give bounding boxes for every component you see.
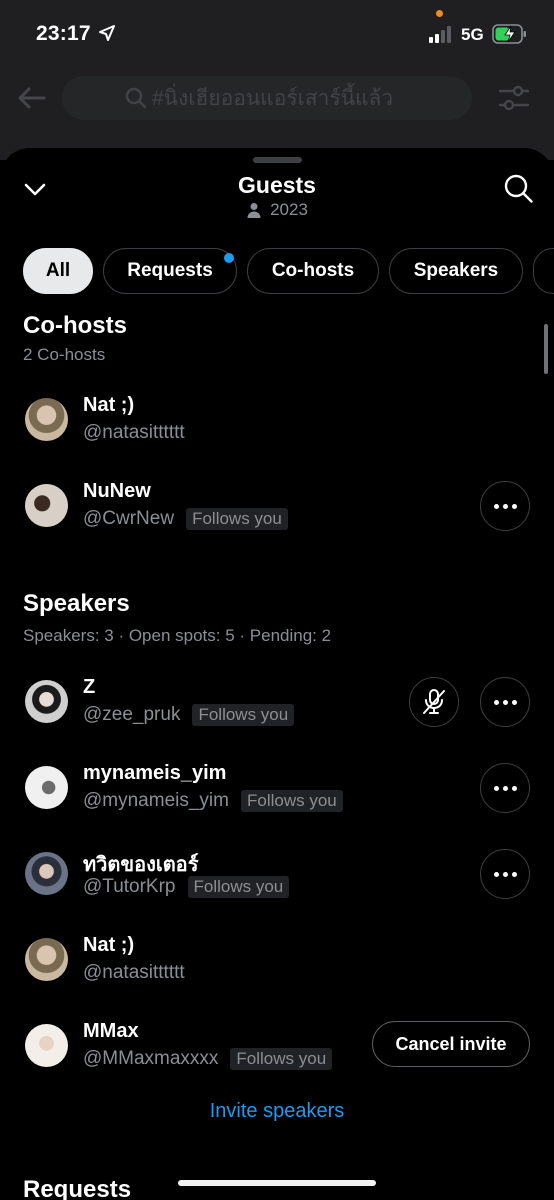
status-time: 23:17 bbox=[36, 22, 91, 45]
cohosts-count: 2 Co-hosts bbox=[23, 345, 106, 364]
user-handle: @CwrNew bbox=[83, 508, 175, 529]
user-handle: @TutorKrp bbox=[83, 876, 176, 897]
user-handle: @zee_pruk bbox=[83, 704, 181, 725]
speakers-summary: Speakers: 3 · Open spots: 5 · Pending: 2 bbox=[23, 626, 332, 645]
more-icon bbox=[511, 503, 517, 509]
user-meta: @natasitttttt bbox=[83, 422, 185, 444]
mic-off-icon bbox=[423, 689, 445, 714]
user-handle: @natasitttttt bbox=[83, 962, 185, 983]
back-arrow-icon bbox=[18, 87, 46, 109]
user-name: Nat ;) bbox=[83, 394, 135, 416]
follows-you-badge: Follows you bbox=[240, 790, 343, 812]
cellular-signal-icon bbox=[429, 26, 451, 43]
list-item[interactable]: NuNew @CwrNew Follows you bbox=[0, 470, 554, 542]
avatar[interactable] bbox=[25, 398, 68, 441]
user-handle: @mynameis_yim bbox=[83, 790, 229, 811]
tab-requests-label: Requests bbox=[127, 260, 213, 281]
cancel-invite-button[interactable]: Cancel invite bbox=[372, 1021, 530, 1067]
background-search-bar: #นิ่งเฮียออนแอร์เสาร์นี้แล้ว bbox=[62, 76, 472, 120]
home-indicator[interactable] bbox=[178, 1180, 376, 1186]
scrollbar[interactable] bbox=[544, 324, 548, 374]
avatar[interactable] bbox=[25, 680, 68, 723]
list-item[interactable]: Nat ;) @natasitttttt bbox=[0, 924, 554, 996]
person-icon bbox=[247, 203, 261, 218]
more-icon bbox=[502, 871, 508, 877]
tab-speakers-label: Speakers bbox=[413, 260, 499, 281]
follows-you-badge: Follows you bbox=[230, 1048, 333, 1070]
more-options-button[interactable] bbox=[480, 849, 530, 899]
avatar[interactable] bbox=[25, 852, 68, 895]
listener-count-row: 2023 bbox=[0, 200, 554, 220]
avatar[interactable] bbox=[25, 766, 68, 809]
notification-dot bbox=[224, 253, 234, 263]
speakers-heading: Speakers bbox=[23, 590, 130, 617]
invite-speakers-link[interactable]: Invite speakers bbox=[0, 1100, 554, 1123]
tab-requests[interactable]: Requests bbox=[103, 248, 237, 294]
sheet-title: Guests bbox=[238, 172, 316, 198]
more-icon bbox=[511, 699, 517, 705]
follows-you-badge: Follows you bbox=[186, 508, 288, 530]
sheet-grabber[interactable] bbox=[253, 157, 302, 163]
avatar[interactable] bbox=[25, 1024, 68, 1067]
user-name: MMax bbox=[83, 1020, 139, 1042]
more-icon bbox=[493, 503, 499, 509]
list-item[interactable]: Z @zee_pruk Follows you bbox=[0, 666, 554, 738]
user-name: Z bbox=[83, 676, 96, 698]
user-name: mynameis_yim bbox=[83, 762, 227, 784]
more-icon bbox=[502, 699, 508, 705]
guests-sheet: Guests 2023 All Requests Co-hosts Speake… bbox=[0, 148, 554, 1200]
more-icon bbox=[502, 503, 508, 509]
status-bar: 23:17 5G bbox=[0, 0, 554, 70]
tab-all-label: All bbox=[45, 260, 71, 281]
listener-count: 2023 bbox=[270, 200, 308, 219]
battery-charging-icon bbox=[492, 24, 526, 44]
mute-toggle-button[interactable] bbox=[409, 677, 459, 727]
more-icon bbox=[502, 785, 508, 791]
tab-speakers[interactable]: Speakers bbox=[389, 248, 523, 294]
list-item[interactable]: MMax @MMaxmaxxxx Follows you Cancel invi… bbox=[0, 1010, 554, 1082]
tab-cohosts[interactable]: Co-hosts bbox=[247, 248, 379, 294]
user-meta: @TutorKrp Follows you bbox=[83, 876, 290, 898]
more-options-button[interactable] bbox=[480, 481, 530, 531]
list-item[interactable]: Nat ;) @natasitttttt bbox=[0, 384, 554, 456]
user-name: NuNew bbox=[83, 480, 151, 502]
more-options-button[interactable] bbox=[480, 677, 530, 727]
more-icon bbox=[511, 871, 517, 877]
more-icon bbox=[493, 699, 499, 705]
requests-heading: Requests bbox=[23, 1176, 132, 1200]
location-arrow-icon bbox=[99, 25, 115, 41]
privacy-indicator-dot bbox=[436, 10, 443, 17]
user-meta: @mynameis_yim Follows you bbox=[83, 790, 343, 812]
avatar[interactable] bbox=[25, 938, 68, 981]
cohosts-heading: Co-hosts bbox=[23, 312, 127, 339]
user-meta: @zee_pruk Follows you bbox=[83, 704, 295, 726]
network-type: 5G bbox=[461, 25, 484, 44]
user-name: Nat ;) bbox=[83, 934, 135, 956]
tab-all[interactable]: All bbox=[23, 248, 93, 294]
list-item[interactable]: mynameis_yim @mynameis_yim Follows you bbox=[0, 752, 554, 824]
more-icon bbox=[493, 871, 499, 877]
background-search-text: #นิ่งเฮียออนแอร์เสาร์นี้แล้ว bbox=[152, 86, 394, 110]
user-meta: @CwrNew Follows you bbox=[83, 508, 288, 530]
user-handle: @natasitttttt bbox=[83, 422, 185, 443]
search-icon[interactable] bbox=[502, 172, 534, 204]
user-meta: @natasitttttt bbox=[83, 962, 185, 984]
filter-icon bbox=[498, 85, 530, 111]
more-icon bbox=[493, 785, 499, 791]
tab-more-partial[interactable] bbox=[533, 248, 554, 294]
tab-cohosts-label: Co-hosts bbox=[271, 260, 355, 281]
more-icon bbox=[511, 785, 517, 791]
user-meta: @MMaxmaxxxx Follows you bbox=[83, 1048, 333, 1070]
user-handle: @MMaxmaxxxx bbox=[83, 1048, 219, 1069]
follows-you-badge: Follows you bbox=[187, 876, 290, 898]
list-item[interactable]: ทวิตของเตอร์ @TutorKrp Follows you bbox=[0, 838, 554, 910]
follows-you-badge: Follows you bbox=[192, 704, 295, 726]
search-icon bbox=[125, 87, 147, 109]
filter-tabs: All Requests Co-hosts Speakers bbox=[23, 248, 554, 296]
more-options-button[interactable] bbox=[480, 763, 530, 813]
avatar[interactable] bbox=[25, 484, 68, 527]
